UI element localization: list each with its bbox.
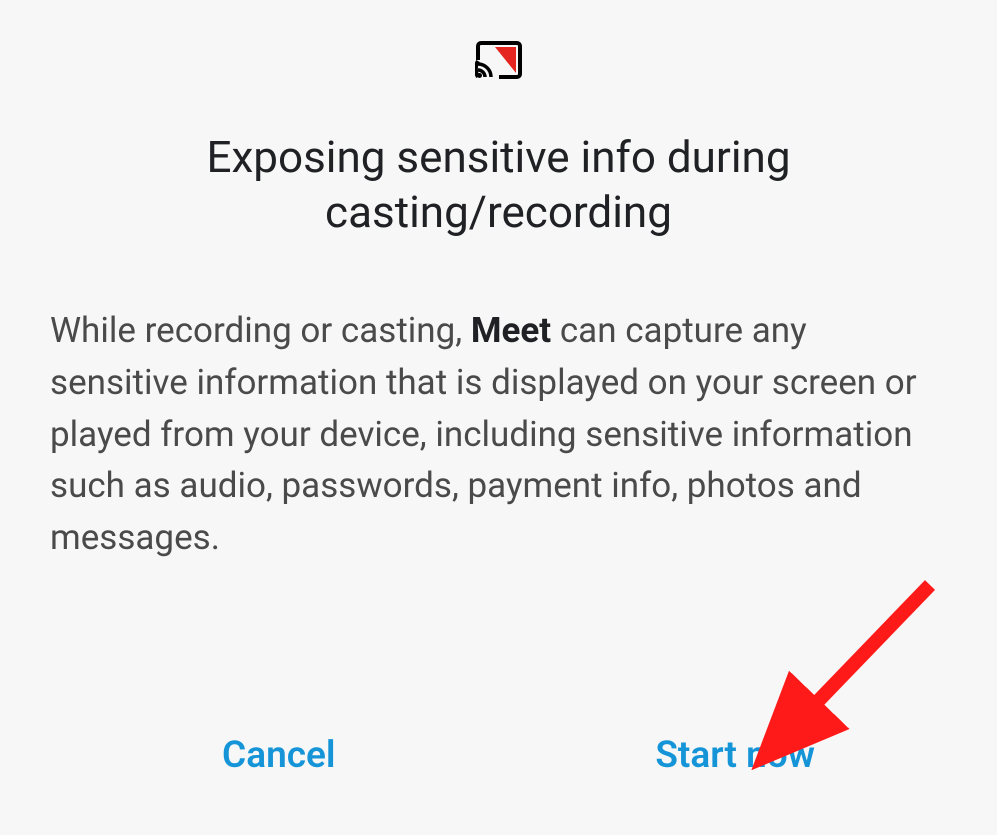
casting-icon — [475, 40, 523, 80]
cancel-button[interactable]: Cancel — [210, 726, 348, 785]
dialog-body-before: While recording or casting, — [50, 310, 471, 351]
dialog-title: Exposing sensitive info during casting/r… — [50, 130, 947, 240]
dialog-body: While recording or casting, Meet can cap… — [50, 305, 947, 564]
casting-permission-dialog: Exposing sensitive info during casting/r… — [0, 0, 997, 835]
dialog-body-app-name: Meet — [471, 310, 551, 351]
dialog-icon-row — [50, 40, 947, 80]
start-now-button[interactable]: Start now — [643, 726, 827, 785]
dialog-button-row: Cancel Start now — [50, 726, 947, 795]
